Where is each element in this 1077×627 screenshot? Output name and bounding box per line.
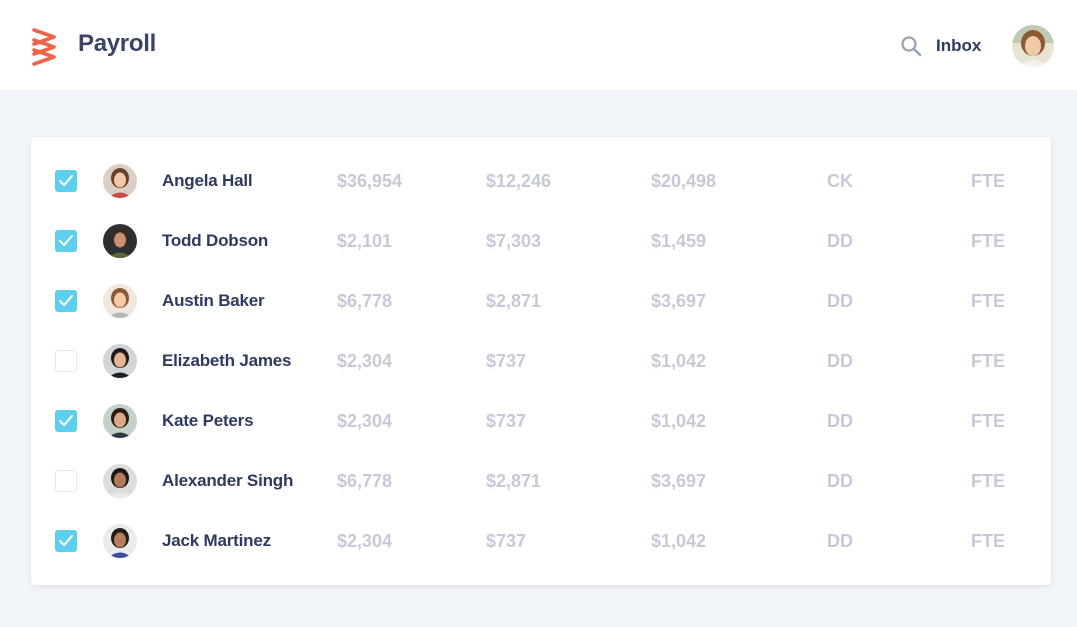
employment-type-cell: FTE — [971, 291, 1005, 311]
employment-type-cell: FTE — [971, 351, 1005, 371]
avatar — [103, 344, 137, 378]
avatar — [103, 224, 137, 258]
net-pay-cell: $3,697 — [651, 471, 707, 491]
checkmark-icon — [59, 415, 73, 426]
row-checkbox[interactable] — [55, 470, 77, 492]
avatar — [103, 164, 137, 198]
row-checkbox[interactable] — [55, 170, 77, 192]
row-checkbox[interactable] — [55, 230, 77, 252]
avatar — [103, 284, 137, 318]
salary-cell: $2,304 — [337, 531, 393, 551]
employee-name[interactable]: Angela Hall — [162, 171, 253, 191]
employee-name[interactable]: Elizabeth James — [162, 351, 291, 371]
deductions-cell: $737 — [486, 531, 527, 551]
payment-method-cell: CK — [827, 171, 853, 191]
search-icon[interactable] — [900, 35, 922, 57]
user-avatar[interactable] — [1012, 25, 1054, 67]
employment-type-cell: FTE — [971, 531, 1005, 551]
employee-name[interactable]: Jack Martinez — [162, 531, 271, 551]
top-bar: Payroll Inbox — [0, 0, 1077, 91]
deductions-cell: $737 — [486, 351, 527, 371]
app-logo-icon[interactable] — [29, 26, 61, 66]
employee-name[interactable]: Alexander Singh — [162, 471, 293, 491]
table-row[interactable]: Elizabeth James $2,304 $737 $1,042 DD FTE — [31, 331, 1051, 391]
row-checkbox[interactable] — [55, 410, 77, 432]
table-row[interactable]: Todd Dobson $2,101 $7,303 $1,459 DD FTE — [31, 211, 1051, 271]
avatar — [103, 404, 137, 438]
checkmark-icon — [59, 175, 73, 186]
employment-type-cell: FTE — [971, 231, 1005, 251]
net-pay-cell: $1,459 — [651, 231, 707, 251]
table-row[interactable]: Angela Hall $36,954 $12,246 $20,498 CK FTE — [31, 151, 1051, 211]
employee-name[interactable]: Todd Dobson — [162, 231, 268, 251]
table-row[interactable]: Austin Baker $6,778 $2,871 $3,697 DD FTE — [31, 271, 1051, 331]
deductions-cell: $737 — [486, 411, 527, 431]
employee-name[interactable]: Kate Peters — [162, 411, 254, 431]
checkmark-icon — [59, 535, 73, 546]
payment-method-cell: DD — [827, 411, 853, 431]
page-title: Payroll — [78, 30, 156, 57]
net-pay-cell: $1,042 — [651, 351, 707, 371]
avatar — [103, 464, 137, 498]
net-pay-cell: $1,042 — [651, 531, 707, 551]
inbox-link[interactable]: Inbox — [936, 36, 981, 56]
employee-name[interactable]: Austin Baker — [162, 291, 265, 311]
deductions-cell: $12,246 — [486, 171, 552, 191]
net-pay-cell: $1,042 — [651, 411, 707, 431]
salary-cell: $6,778 — [337, 471, 393, 491]
net-pay-cell: $3,697 — [651, 291, 707, 311]
row-checkbox[interactable] — [55, 530, 77, 552]
payment-method-cell: DD — [827, 531, 853, 551]
payroll-table: Angela Hall $36,954 $12,246 $20,498 CK FTE Tod… — [31, 137, 1051, 585]
net-pay-cell: $20,498 — [651, 171, 717, 191]
table-row[interactable]: Jack Martinez $2,304 $737 $1,042 DD FTE — [31, 511, 1051, 571]
checkmark-icon — [59, 295, 73, 306]
salary-cell: $2,304 — [337, 351, 393, 371]
deductions-cell: $2,871 — [486, 471, 542, 491]
employment-type-cell: FTE — [971, 411, 1005, 431]
row-checkbox[interactable] — [55, 350, 77, 372]
deductions-cell: $7,303 — [486, 231, 542, 251]
avatar — [103, 524, 137, 558]
employment-type-cell: FTE — [971, 171, 1005, 191]
salary-cell: $6,778 — [337, 291, 393, 311]
row-checkbox[interactable] — [55, 290, 77, 312]
table-row[interactable]: Alexander Singh $6,778 $2,871 $3,697 DD FTE — [31, 451, 1051, 511]
payment-method-cell: DD — [827, 231, 853, 251]
deductions-cell: $2,871 — [486, 291, 542, 311]
payment-method-cell: DD — [827, 291, 853, 311]
checkmark-icon — [59, 235, 73, 246]
salary-cell: $2,304 — [337, 411, 393, 431]
salary-cell: $2,101 — [337, 231, 393, 251]
payment-method-cell: DD — [827, 351, 853, 371]
table-row[interactable]: Kate Peters $2,304 $737 $1,042 DD FTE — [31, 391, 1051, 451]
payment-method-cell: DD — [827, 471, 853, 491]
employment-type-cell: FTE — [971, 471, 1005, 491]
salary-cell: $36,954 — [337, 171, 403, 191]
